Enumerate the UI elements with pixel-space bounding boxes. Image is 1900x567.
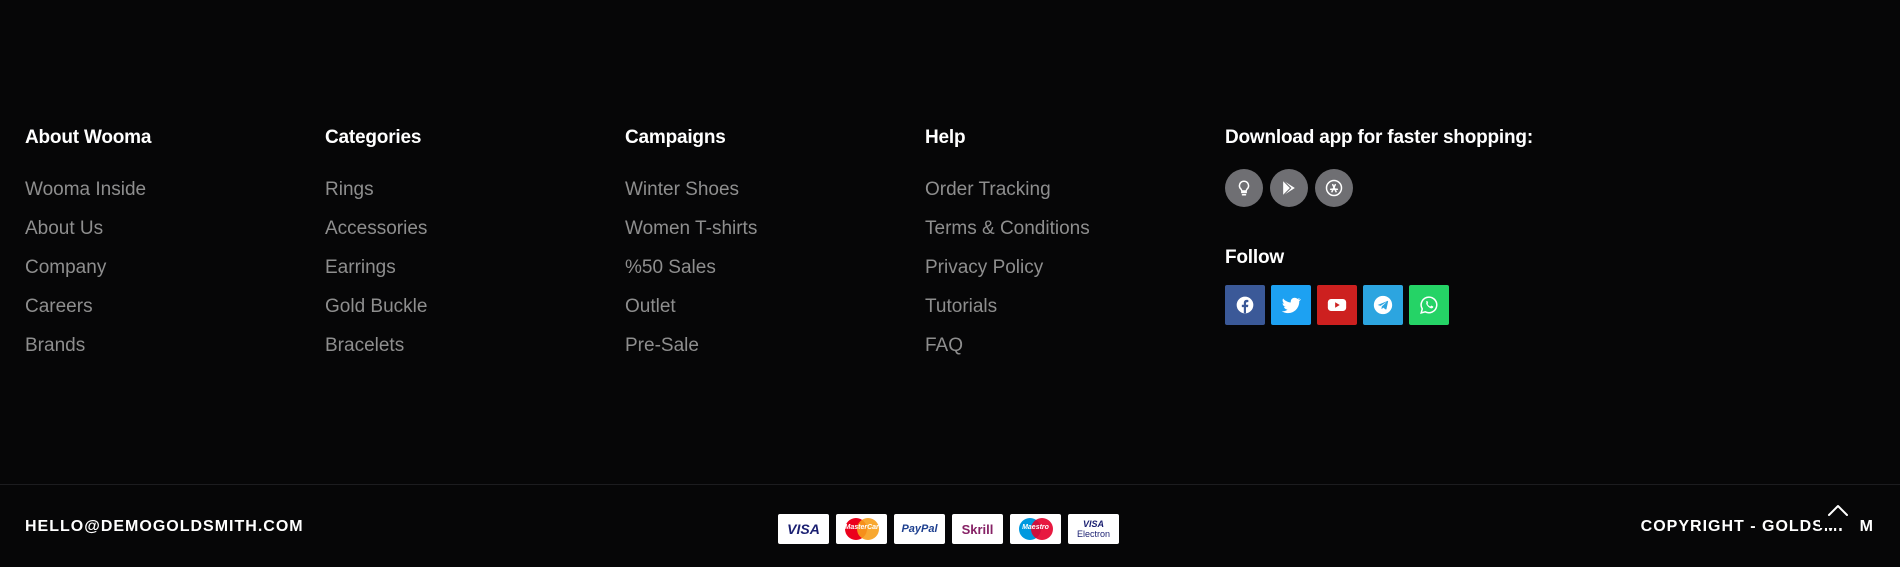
twitter-icon <box>1281 297 1302 314</box>
copyright-end: M <box>1859 518 1874 535</box>
whatsapp-button[interactable] <box>1409 285 1449 325</box>
youtube-button[interactable] <box>1317 285 1357 325</box>
download-title: Download app for faster shopping: <box>1225 127 1533 148</box>
footer-column-categories: Categories Rings Accessories Earrings Go… <box>325 127 427 365</box>
maestro-logo: Maestro <box>1010 514 1061 544</box>
visa-label: VISA <box>787 521 820 537</box>
column-title: Campaigns <box>625 127 726 148</box>
maestro-circles: Maestro <box>1018 518 1053 540</box>
facebook-icon <box>1236 296 1254 314</box>
footer-link[interactable]: Women T-shirts <box>625 209 757 248</box>
facebook-button[interactable] <box>1225 285 1265 325</box>
twitter-button[interactable] <box>1271 285 1311 325</box>
link-list: Order Tracking Terms & Conditions Privac… <box>925 170 1090 365</box>
visa-electron-label-2: Electron <box>1076 529 1111 539</box>
copyright-start: COPYRIGHT - GOLDSMI <box>1640 518 1844 535</box>
google-play-button[interactable] <box>1270 169 1308 207</box>
telegram-icon <box>1373 295 1393 315</box>
maestro-label: Maestro <box>1022 524 1049 531</box>
footer-link[interactable]: Outlet <box>625 287 757 326</box>
footer-link[interactable]: Wooma Inside <box>25 170 151 209</box>
visa-electron-logo: VISA Electron <box>1068 514 1119 544</box>
column-title: Categories <box>325 127 422 148</box>
footer-link[interactable]: Rings <box>325 170 427 209</box>
footer-link[interactable]: Tutorials <box>925 287 1090 326</box>
mastercard-circles: MasterCard <box>844 518 884 540</box>
follow-title: Follow <box>1225 247 1284 268</box>
visa-electron-label-1: VISA <box>1082 519 1104 529</box>
lightbulb-icon <box>1238 180 1250 196</box>
footer-link[interactable]: Careers <box>25 287 151 326</box>
payment-methods: VISA MasterCard PayPal Skrill Maestro VI… <box>778 514 1119 544</box>
footer-link[interactable]: Winter Shoes <box>625 170 757 209</box>
visa-logo: VISA <box>778 514 829 544</box>
column-title: About Wooma <box>25 127 152 148</box>
column-title: Help <box>925 127 966 148</box>
footer-link[interactable]: Terms & Conditions <box>925 209 1090 248</box>
footer-link[interactable]: About Us <box>25 209 151 248</box>
google-play-icon <box>1282 180 1295 196</box>
footer-link[interactable]: Brands <box>25 326 151 365</box>
app-store-button[interactable] <box>1315 169 1353 207</box>
whatsapp-icon <box>1420 296 1438 314</box>
footer-link[interactable]: Earrings <box>325 248 427 287</box>
social-row <box>1225 285 1533 325</box>
link-list: Rings Accessories Earrings Gold Buckle B… <box>325 170 427 365</box>
scroll-to-top-button[interactable] <box>1820 492 1856 528</box>
link-list: Winter Shoes Women T-shirts %50 Sales Ou… <box>625 170 757 365</box>
paypal-label: PayPal <box>901 523 938 535</box>
lightbulb-app-button[interactable] <box>1225 169 1263 207</box>
telegram-button[interactable] <box>1363 285 1403 325</box>
skrill-logo: Skrill <box>952 514 1003 544</box>
footer-link[interactable]: Accessories <box>325 209 427 248</box>
youtube-icon <box>1327 299 1347 311</box>
footer-link[interactable]: Order Tracking <box>925 170 1090 209</box>
mastercard-label: MasterCard <box>844 524 884 531</box>
footer-link[interactable]: %50 Sales <box>625 248 757 287</box>
mastercard-logo: MasterCard <box>836 514 887 544</box>
app-store-icon <box>1325 179 1343 197</box>
paypal-logo: PayPal <box>894 514 945 544</box>
chevron-up-icon <box>1828 505 1848 516</box>
skrill-label: Skrill <box>961 521 994 537</box>
footer-column-about: About Wooma Wooma Inside About Us Compan… <box>25 127 151 365</box>
footer-top: About Wooma Wooma Inside About Us Compan… <box>0 0 1900 484</box>
contact-email[interactable]: HELLO@DEMOGOLDSMITH.COM <box>25 518 304 536</box>
footer-column-help: Help Order Tracking Terms & Conditions P… <box>925 127 1090 365</box>
link-list: Wooma Inside About Us Company Careers Br… <box>25 170 151 365</box>
footer-column-app-social: Download app for faster shopping: Follow <box>1225 127 1533 325</box>
footer-link[interactable]: FAQ <box>925 326 1090 365</box>
footer-link[interactable]: Bracelets <box>325 326 427 365</box>
footer-bottom-bar: HELLO@DEMOGOLDSMITH.COM VISA MasterCard … <box>0 485 1900 567</box>
footer-column-campaigns: Campaigns Winter Shoes Women T-shirts %5… <box>625 127 757 365</box>
footer-link[interactable]: Privacy Policy <box>925 248 1090 287</box>
app-download-row <box>1225 169 1533 207</box>
footer-link[interactable]: Gold Buckle <box>325 287 427 326</box>
footer-link[interactable]: Pre-Sale <box>625 326 757 365</box>
footer-link[interactable]: Company <box>25 248 151 287</box>
